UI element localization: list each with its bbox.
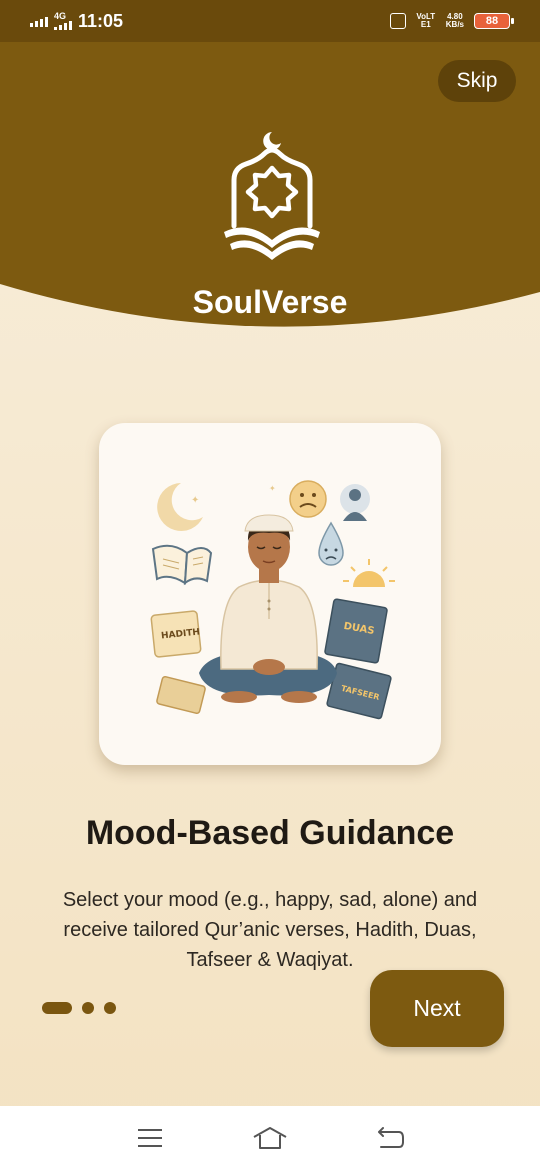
sunrise-icon — [343, 559, 395, 587]
page-dot — [82, 1002, 94, 1014]
clock: 11:05 — [78, 10, 124, 31]
alone-person-icon — [340, 484, 370, 521]
open-book-icon — [151, 544, 213, 586]
vibrate-icon — [389, 13, 406, 29]
status-bar: 4G 11:05 VoLTE1 4.80 KB/s 88 — [0, 0, 540, 42]
sad-face-icon — [289, 480, 327, 518]
duas-book-icon: DUAS — [324, 598, 388, 664]
menu-icon[interactable] — [130, 1118, 170, 1158]
next-button[interactable]: Next — [370, 970, 504, 1047]
status-left: 4G 11:05 — [30, 11, 123, 32]
volte-indicator: VoLTE1 — [416, 12, 436, 29]
mosque-book-logo-icon — [224, 132, 320, 260]
status-right: VoLTE1 4.80 KB/s 88 — [389, 12, 514, 29]
signal-icon — [30, 15, 48, 27]
speed-unit: KB/s — [445, 20, 464, 29]
hadith-scroll-icon: HADITH — [150, 610, 202, 658]
skip-button[interactable]: Skip — [438, 60, 516, 102]
network-type: 4G — [54, 11, 67, 21]
home-icon[interactable] — [250, 1118, 290, 1158]
onboarding-description: Select your mood (e.g., happy, sad, alon… — [62, 889, 478, 971]
svg-text:✦: ✦ — [191, 495, 199, 506]
onboarding-title: Mood-Based Guidance — [85, 814, 455, 852]
network-speed: 4.80 KB/s — [446, 13, 464, 29]
svg-text:✦: ✦ — [269, 484, 276, 493]
illustration-card: ✦ ✦ HADITH DUAS TAFSEER — [99, 423, 441, 765]
app-brand-name: SoulVerse — [192, 284, 348, 320]
crescent-icon — [157, 483, 203, 531]
page-indicator — [42, 1002, 116, 1014]
closed-book-icon — [156, 675, 206, 715]
meditating-man-illustration: ✦ ✦ HADITH DUAS TAFSEER — [150, 480, 395, 720]
page-dot-active — [42, 1002, 72, 1014]
system-nav-bar — [0, 1106, 540, 1170]
back-icon[interactable] — [370, 1118, 410, 1158]
battery-icon: 88 — [474, 13, 514, 29]
tear-drop-icon — [318, 521, 344, 566]
battery-level: 88 — [485, 15, 499, 27]
signal-icon-2 — [54, 21, 72, 30]
page-dot — [104, 1002, 116, 1014]
